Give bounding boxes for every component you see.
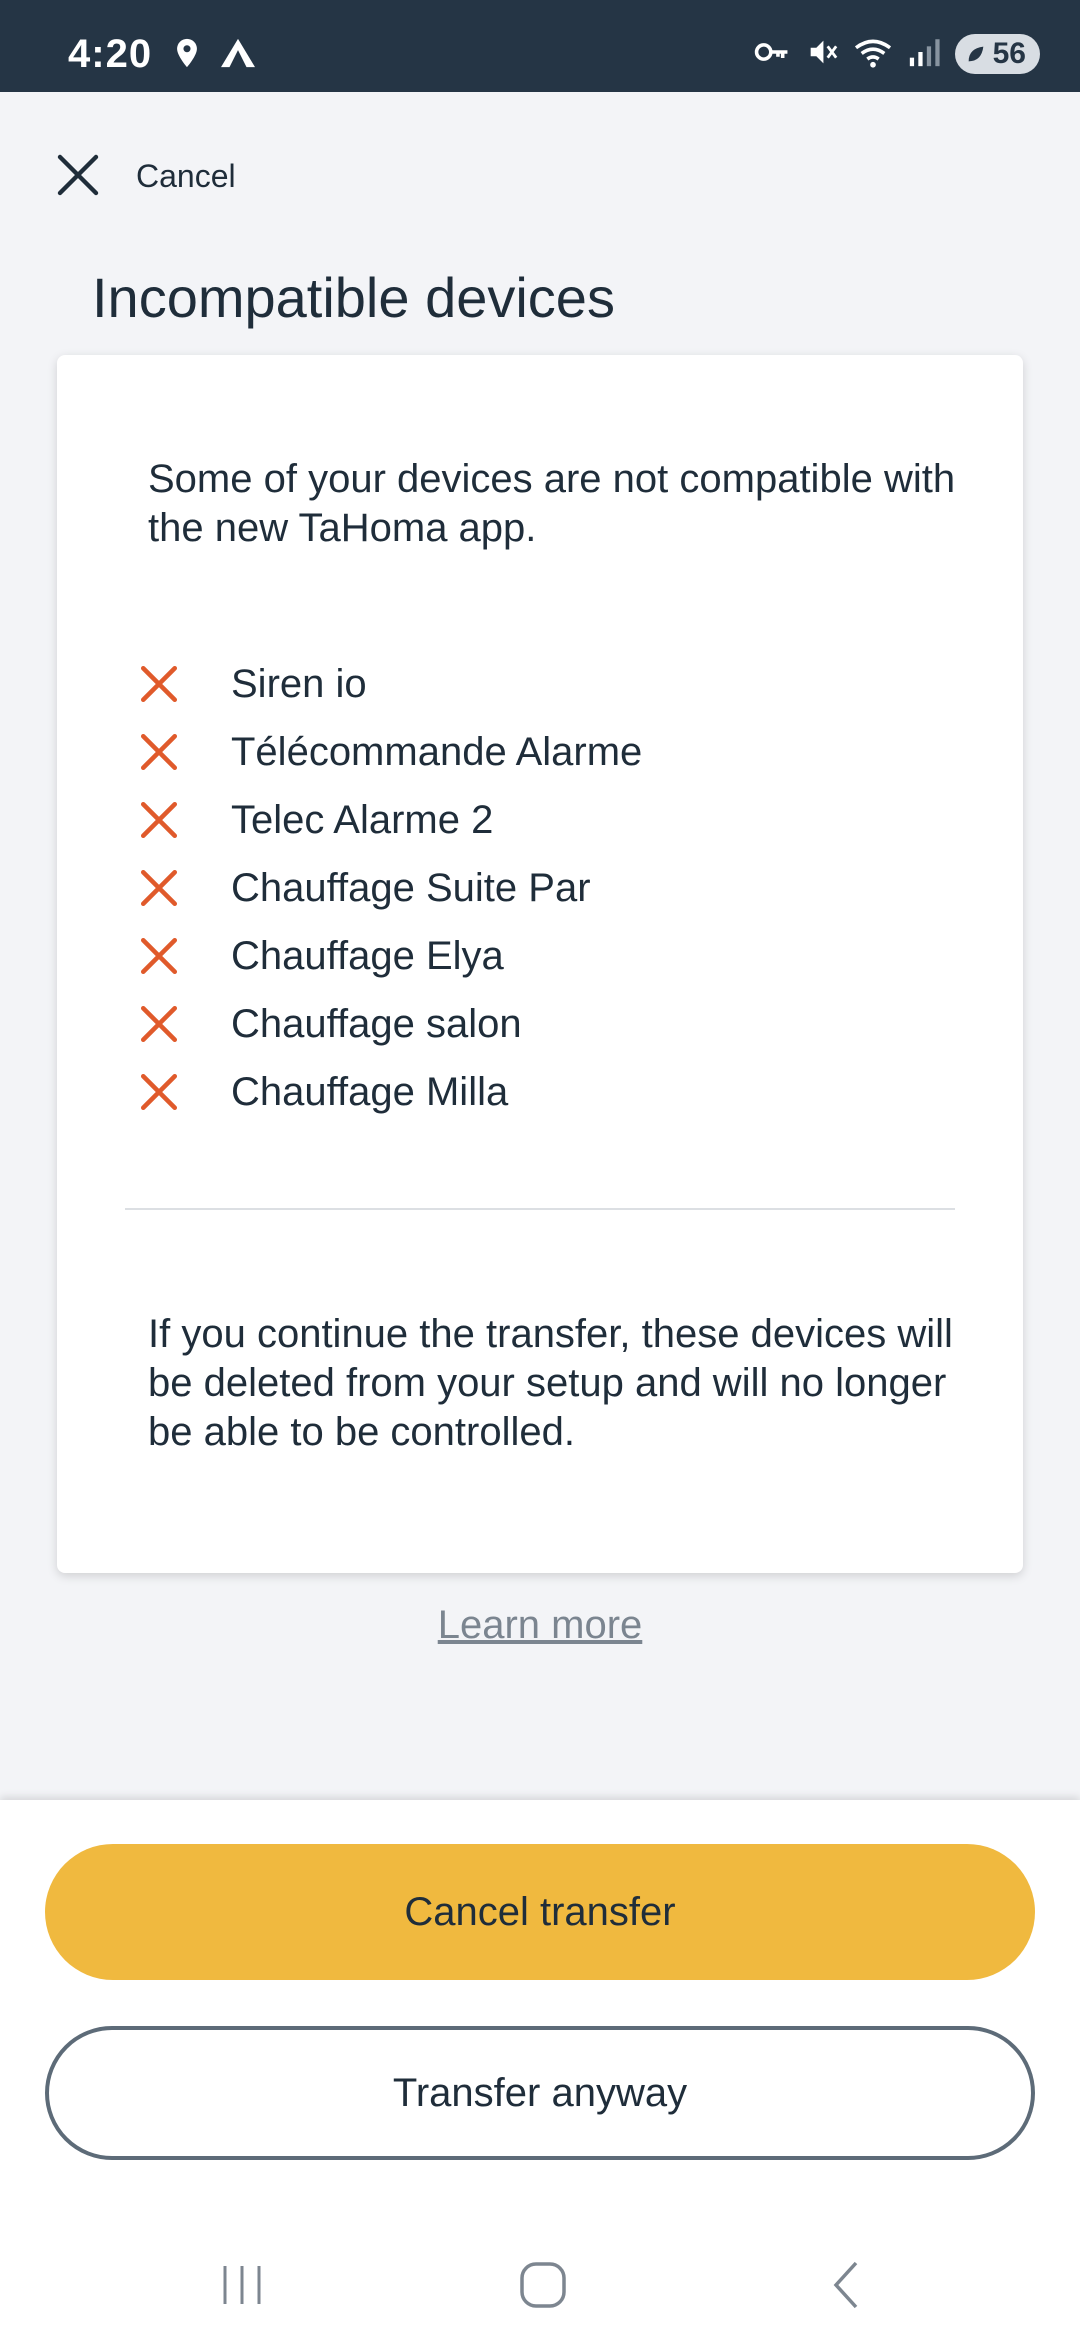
warning-text: If you continue the transfer, these devi… bbox=[148, 1312, 953, 1454]
system-nav-bar bbox=[0, 2220, 1080, 2340]
learn-more-link[interactable]: Learn more bbox=[0, 1603, 1080, 1648]
incompatible-x-icon bbox=[137, 866, 181, 910]
device-list: Siren io Télécommande Alarme Telec Alarme … bbox=[137, 650, 642, 1126]
status-time: 4:20 bbox=[68, 32, 153, 76]
page-title: Incompatible devices bbox=[92, 266, 615, 329]
cancel-transfer-button[interactable]: Cancel transfer bbox=[45, 1844, 1035, 1980]
battery-icon: 56 bbox=[954, 34, 1040, 74]
intro-text: Some of your devices are not compatible … bbox=[148, 457, 956, 550]
list-item: Télécommande Alarme bbox=[137, 718, 642, 786]
list-item: Chauffage Milla bbox=[137, 1058, 642, 1126]
list-item: Chauffage salon bbox=[137, 990, 642, 1058]
incompatible-x-icon bbox=[137, 798, 181, 842]
incompatible-devices-card: Some of your devices are not compatible … bbox=[57, 355, 1023, 1573]
location-icon bbox=[170, 36, 204, 75]
cancel-link[interactable]: Cancel bbox=[136, 158, 236, 195]
nordvpn-icon bbox=[218, 36, 258, 75]
device-name: Chauffage Suite Par bbox=[231, 865, 591, 910]
list-item: Telec Alarme 2 bbox=[137, 786, 642, 854]
bottom-action-sheet: Cancel transfer Transfer anyway bbox=[0, 1800, 1080, 2340]
device-name: Chauffage salon bbox=[231, 1001, 522, 1046]
incompatible-x-icon bbox=[137, 934, 181, 978]
list-item: Chauffage Suite Par bbox=[137, 854, 642, 922]
signal-icon bbox=[907, 35, 941, 74]
device-name: Telec Alarme 2 bbox=[231, 797, 494, 842]
list-item: Chauffage Elya bbox=[137, 922, 642, 990]
key-icon bbox=[753, 37, 791, 72]
incompatible-x-icon bbox=[137, 730, 181, 774]
mute-icon bbox=[805, 35, 839, 74]
top-bar: Cancel bbox=[0, 92, 1080, 252]
device-name: Siren io bbox=[231, 661, 367, 706]
incompatible-x-icon bbox=[137, 1070, 181, 1114]
incompatible-x-icon bbox=[137, 662, 181, 706]
recent-apps-icon[interactable] bbox=[202, 2250, 282, 2320]
close-icon[interactable] bbox=[50, 147, 106, 203]
status-bar: 4:20 56 bbox=[0, 0, 1080, 92]
device-name: Chauffage Milla bbox=[231, 1069, 509, 1114]
incompatible-x-icon bbox=[137, 1002, 181, 1046]
list-item: Siren io bbox=[137, 650, 642, 718]
device-name: Chauffage Elya bbox=[231, 933, 504, 978]
battery-level: 56 bbox=[992, 37, 1026, 70]
transfer-anyway-button[interactable]: Transfer anyway bbox=[45, 2026, 1035, 2160]
divider bbox=[125, 1208, 955, 1210]
device-name: Télécommande Alarme bbox=[231, 729, 643, 774]
back-icon[interactable] bbox=[806, 2250, 886, 2320]
wifi-icon bbox=[853, 35, 893, 74]
home-icon[interactable] bbox=[503, 2250, 583, 2320]
